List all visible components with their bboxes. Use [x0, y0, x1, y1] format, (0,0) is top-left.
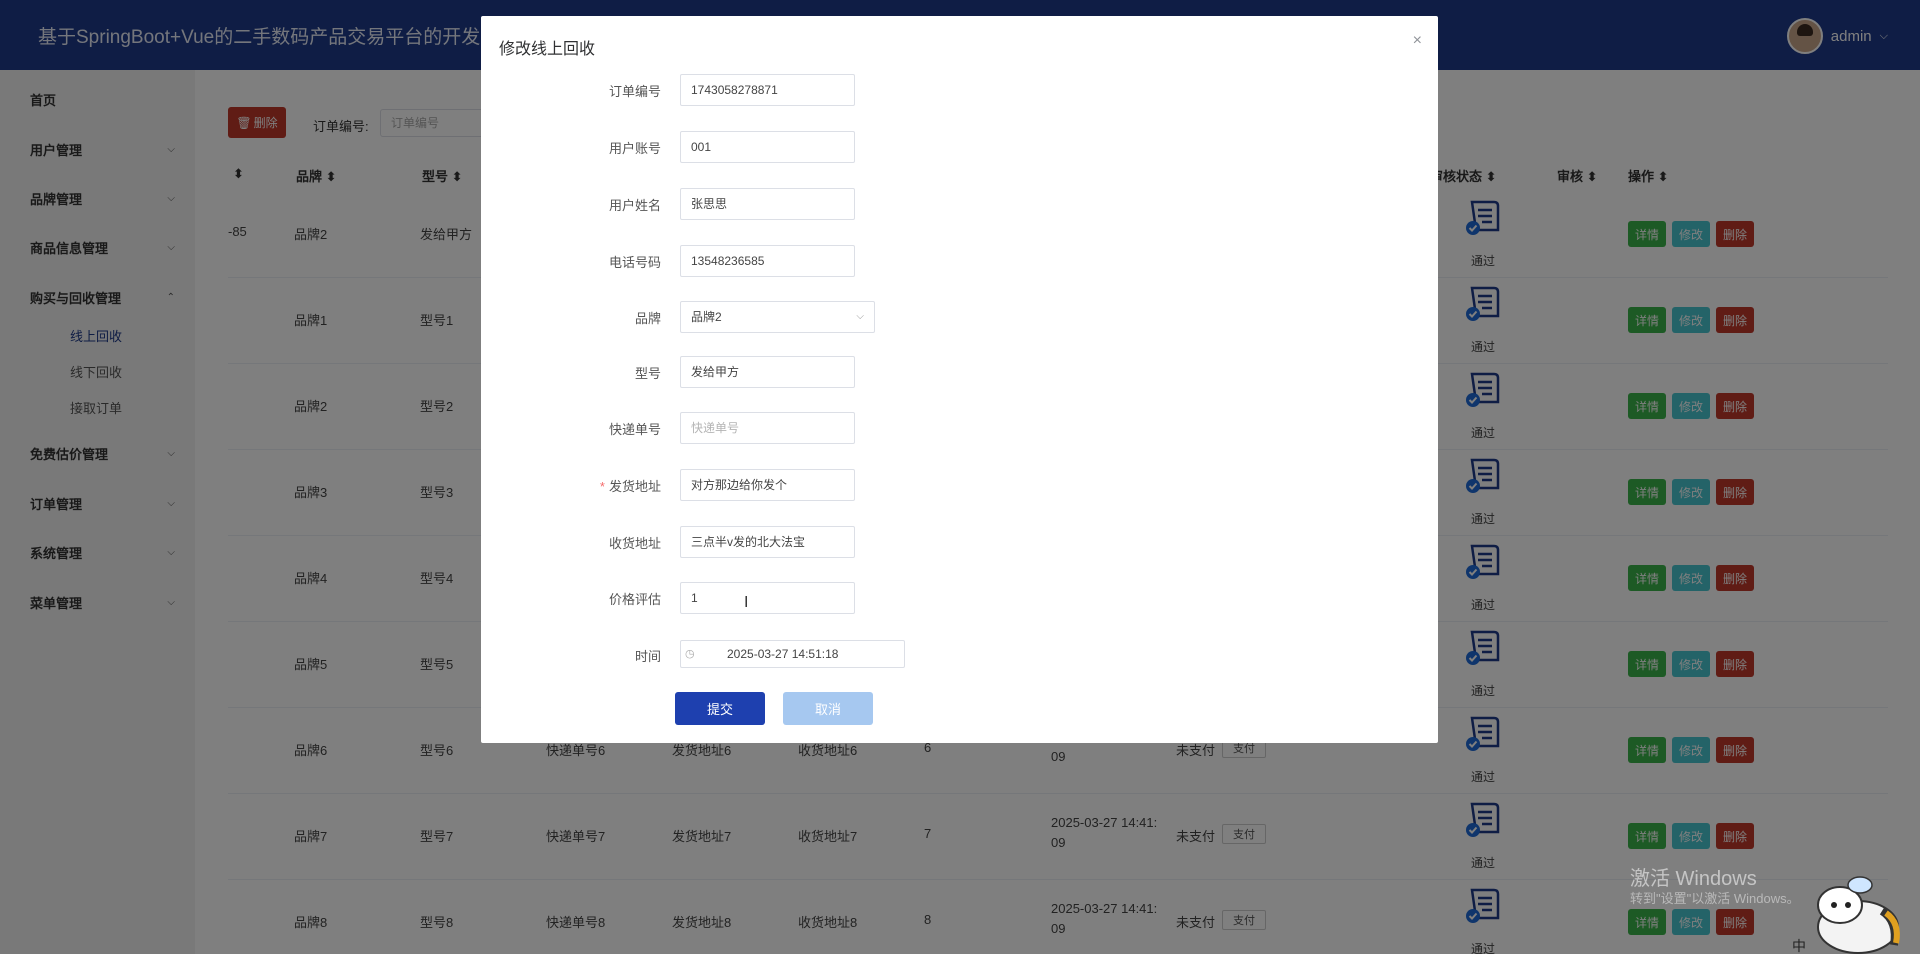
ship-address-field[interactable]: 对方那边给你发个 — [680, 469, 855, 501]
text-cursor-icon: I — [744, 594, 749, 611]
svg-text:中: 中 — [1792, 939, 1806, 954]
edit-online-recycle-dialog: 修改线上回收 × 订单编号 1743058278871 用户账号 001 用户姓… — [481, 16, 1438, 743]
field-label-user-name: 用户姓名 — [608, 198, 661, 213]
receive-address-field[interactable]: 三点半v发的北大法宝 — [680, 526, 855, 558]
user-account-field[interactable]: 001 — [680, 131, 855, 163]
field-label-price: 价格评估 — [608, 592, 661, 607]
user-name-field[interactable]: 张思思 — [680, 188, 855, 220]
close-icon[interactable]: × — [1413, 32, 1422, 50]
dialog-title: 修改线上回收 — [499, 41, 596, 58]
windows-activation-title: 激活 Windows — [1630, 868, 1757, 890]
mascot-bee-icon: 中 — [1792, 876, 1900, 954]
field-label-user-account: 用户账号 — [608, 141, 661, 156]
order-number-field[interactable]: 1743058278871 — [680, 74, 855, 106]
brand-select[interactable]: 品牌2 ⌵ — [680, 301, 875, 333]
time-picker[interactable]: ◷ 2025-03-27 14:51:18 — [680, 640, 905, 668]
required-mark: * — [599, 479, 605, 494]
field-label-phone: 电话号码 — [608, 255, 661, 270]
field-label-tracking: 快递单号 — [608, 422, 661, 437]
field-label-time: 时间 — [634, 649, 661, 664]
windows-activation-subtitle: 转到"设置"以激活 Windows。 — [1630, 891, 1800, 906]
time-value: 2025-03-27 14:51:18 — [727, 647, 839, 661]
clock-icon: ◷ — [685, 648, 695, 660]
phone-field[interactable]: 13548236585 — [680, 245, 855, 277]
cancel-button[interactable]: 取消 — [783, 692, 873, 725]
field-label-order-number: 订单编号 — [608, 84, 661, 99]
field-label-brand: 品牌 — [634, 311, 661, 326]
model-field[interactable]: 发给甲方 — [680, 356, 855, 388]
field-label-receive-address: 收货地址 — [608, 536, 661, 551]
price-field[interactable]: 1 — [680, 582, 855, 614]
submit-button[interactable]: 提交 — [675, 692, 765, 725]
tracking-number-field[interactable]: 快递单号 — [680, 412, 855, 444]
field-label-ship-address: * 发货地址 — [599, 479, 661, 494]
chevron-down-icon: ⌵ — [856, 311, 864, 322]
brand-select-value: 品牌2 — [691, 310, 722, 324]
field-label-model: 型号 — [634, 366, 661, 381]
